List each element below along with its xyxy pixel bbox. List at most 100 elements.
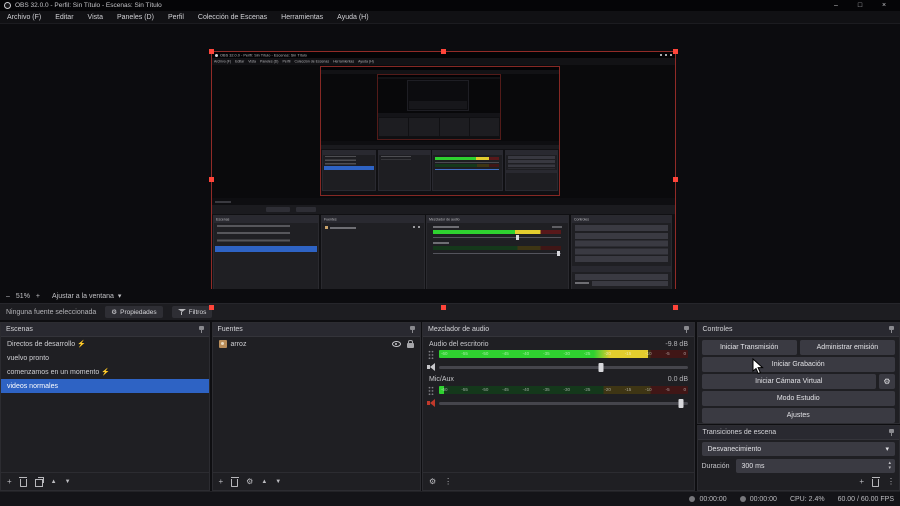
nested-obs-logo-icon — [215, 53, 218, 57]
selection-handle[interactable] — [673, 305, 678, 310]
remove-scene-button[interactable] — [19, 476, 28, 487]
speaker-icon[interactable] — [427, 363, 437, 371]
scenes-dock-header[interactable]: Escenas — [1, 323, 209, 337]
menu-vista[interactable]: Vista — [81, 11, 110, 24]
close-button[interactable]: × — [872, 0, 896, 11]
channel-drag-handle[interactable] — [428, 386, 434, 396]
scene-item[interactable]: videos normales — [1, 379, 209, 393]
duration-spinner[interactable]: 300 ms ▴ ▾ — [735, 459, 895, 473]
pin-icon[interactable] — [889, 325, 894, 334]
selection-handle[interactable] — [673, 177, 678, 182]
add-transition-button[interactable]: + — [859, 478, 864, 486]
preview-area[interactable]: OBS 32.0.0 - Perfil: Sin Título - Escena… — [0, 24, 900, 310]
minimize-button[interactable]: – — [824, 0, 848, 11]
manage-broadcast-button[interactable]: Administrar emisión — [799, 340, 895, 355]
audio-mixer-dock: Mezclador de audio Audio del escritorio … — [422, 322, 695, 491]
filters-button[interactable]: Filtros — [171, 306, 213, 318]
scenes-title: Escenas — [6, 326, 33, 333]
volume-slider-handle[interactable] — [678, 398, 684, 408]
nested-dock-mixer: Mezclador de audio — [426, 215, 569, 299]
recording-time: 00:00:00 — [689, 496, 727, 503]
pin-icon[interactable] — [684, 325, 689, 334]
menu-ayuda[interactable]: Ayuda (H) — [330, 11, 375, 24]
scene-item[interactable]: vuelvo pronto — [1, 351, 209, 365]
volume-slider-row — [427, 398, 688, 408]
selection-handle[interactable] — [209, 305, 214, 310]
nested-zoom-row — [212, 198, 675, 205]
duration-value: 300 ms — [741, 462, 765, 470]
remove-source-button[interactable] — [230, 476, 239, 487]
mixer-toolbar: ⚙ ⋮ — [423, 472, 694, 490]
volume-meter: -60 -55 -50 -45 -40 -35 -30 -25 -20 -15 … — [439, 350, 688, 358]
selection-handle[interactable] — [673, 49, 678, 54]
meter-scale: -60 -55 -50 -45 -40 -35 -30 -25 -20 -15 … — [441, 351, 686, 356]
nested-capture-level3 — [377, 74, 501, 140]
maximize-button[interactable]: □ — [848, 0, 872, 11]
source-item[interactable]: arroz — [213, 337, 420, 351]
spin-down-icon[interactable]: ▾ — [888, 465, 891, 472]
cpu-usage: CPU: 2.4% — [789, 495, 825, 503]
transitions-dock-header[interactable]: Transiciones de escena — [697, 426, 899, 440]
transition-select[interactable]: Desvanecimiento ▾ — [701, 442, 895, 456]
volume-slider[interactable] — [439, 362, 688, 372]
selection-handle[interactable] — [441, 49, 446, 54]
scenes-list: Directos de desarrollo ⚡ vuelvo pronto c… — [1, 337, 209, 472]
mic-speaker-icon[interactable] — [427, 399, 437, 407]
volume-meter: -60 -55 -50 -45 -40 -35 -30 -25 -20 -15 … — [439, 386, 688, 394]
move-scene-up-button[interactable]: ▲ — [51, 479, 57, 485]
source-properties-button[interactable]: ⚙ — [246, 477, 253, 486]
nested-capture-level2 — [320, 66, 560, 196]
pin-icon[interactable] — [889, 428, 894, 437]
add-scene-button[interactable]: + — [7, 477, 12, 486]
scene-item[interactable]: comenzamos en un momento ⚡ — [1, 365, 209, 379]
mixer-title: Mezclador de audio — [428, 326, 490, 333]
move-source-up-button[interactable]: ▲ — [261, 479, 267, 485]
nested-dock-sources: Fuentes — [320, 215, 425, 299]
streaming-time: 00:00:00 — [739, 496, 777, 503]
mixer-menu-button[interactable]: ⋮ — [444, 477, 452, 486]
move-scene-down-button[interactable]: ▼ — [65, 479, 71, 485]
selection-handle[interactable] — [209, 177, 214, 182]
menu-editar[interactable]: Editar — [48, 11, 80, 24]
start-virtual-camera-button[interactable]: Iniciar Cámara Virtual — [701, 374, 876, 389]
transitions-menu-button[interactable]: ⋮ — [887, 478, 895, 486]
volume-slider-handle[interactable] — [598, 362, 604, 372]
menu-archivo[interactable]: Archivo (F) — [0, 11, 48, 24]
advanced-audio-button[interactable]: ⚙ — [429, 477, 436, 486]
volume-slider[interactable] — [439, 398, 688, 408]
menu-coleccion-escenas[interactable]: Colección de Escenas — [191, 11, 274, 24]
channel-drag-handle[interactable] — [428, 350, 434, 360]
no-source-message: Ninguna fuente seleccionada — [6, 308, 97, 316]
transitions-body: Desvanecimiento ▾ Duración 300 ms ▴ ▾ + … — [698, 440, 900, 489]
fit-to-window-dropdown[interactable]: Ajustar a la ventana ▾ — [52, 292, 121, 301]
pin-icon[interactable] — [409, 325, 415, 334]
zoom-out-button[interactable]: – — [6, 293, 10, 300]
zoom-in-button[interactable]: + — [36, 293, 40, 300]
window-title: OBS 32.0.0 - Perfil: Sin Título - Escena… — [15, 2, 162, 9]
mixer-dock-header[interactable]: Mezclador de audio — [423, 323, 694, 337]
scene-item[interactable]: Directos de desarrollo ⚡ — [1, 337, 209, 351]
move-source-down-button[interactable]: ▼ — [275, 479, 281, 485]
virtual-camera-settings-button[interactable]: ⚙ — [879, 374, 895, 389]
remove-transition-button[interactable] — [871, 477, 880, 487]
add-source-button[interactable]: + — [219, 477, 224, 486]
visibility-eye-icon[interactable] — [391, 341, 401, 347]
settings-button[interactable]: Ajustes — [701, 408, 895, 423]
menu-perfil[interactable]: Perfil — [161, 11, 191, 24]
start-recording-button[interactable]: Iniciar Grabación — [701, 357, 895, 372]
sources-dock-header[interactable]: Fuentes — [212, 323, 420, 337]
sources-title: Fuentes — [217, 326, 243, 333]
lock-icon[interactable] — [406, 340, 414, 348]
controls-dock-header[interactable]: Controles — [697, 323, 899, 337]
studio-mode-button[interactable]: Modo Estudio — [701, 391, 895, 406]
duplicate-scene-button[interactable] — [34, 476, 44, 487]
transitions-toolbar: + ⋮ — [702, 477, 895, 487]
selection-handle[interactable] — [209, 49, 214, 54]
menu-paneles[interactable]: Paneles (D) — [110, 11, 161, 24]
preview-capture-source[interactable]: OBS 32.0.0 - Perfil: Sin Título - Escena… — [209, 49, 678, 310]
start-streaming-button[interactable]: Iniciar Transmisión — [701, 340, 797, 355]
menu-herramientas[interactable]: Herramientas — [274, 11, 330, 24]
pin-icon[interactable] — [199, 325, 204, 334]
selection-handle[interactable] — [441, 305, 446, 310]
properties-button[interactable]: ⚙ Propiedades — [105, 306, 163, 318]
